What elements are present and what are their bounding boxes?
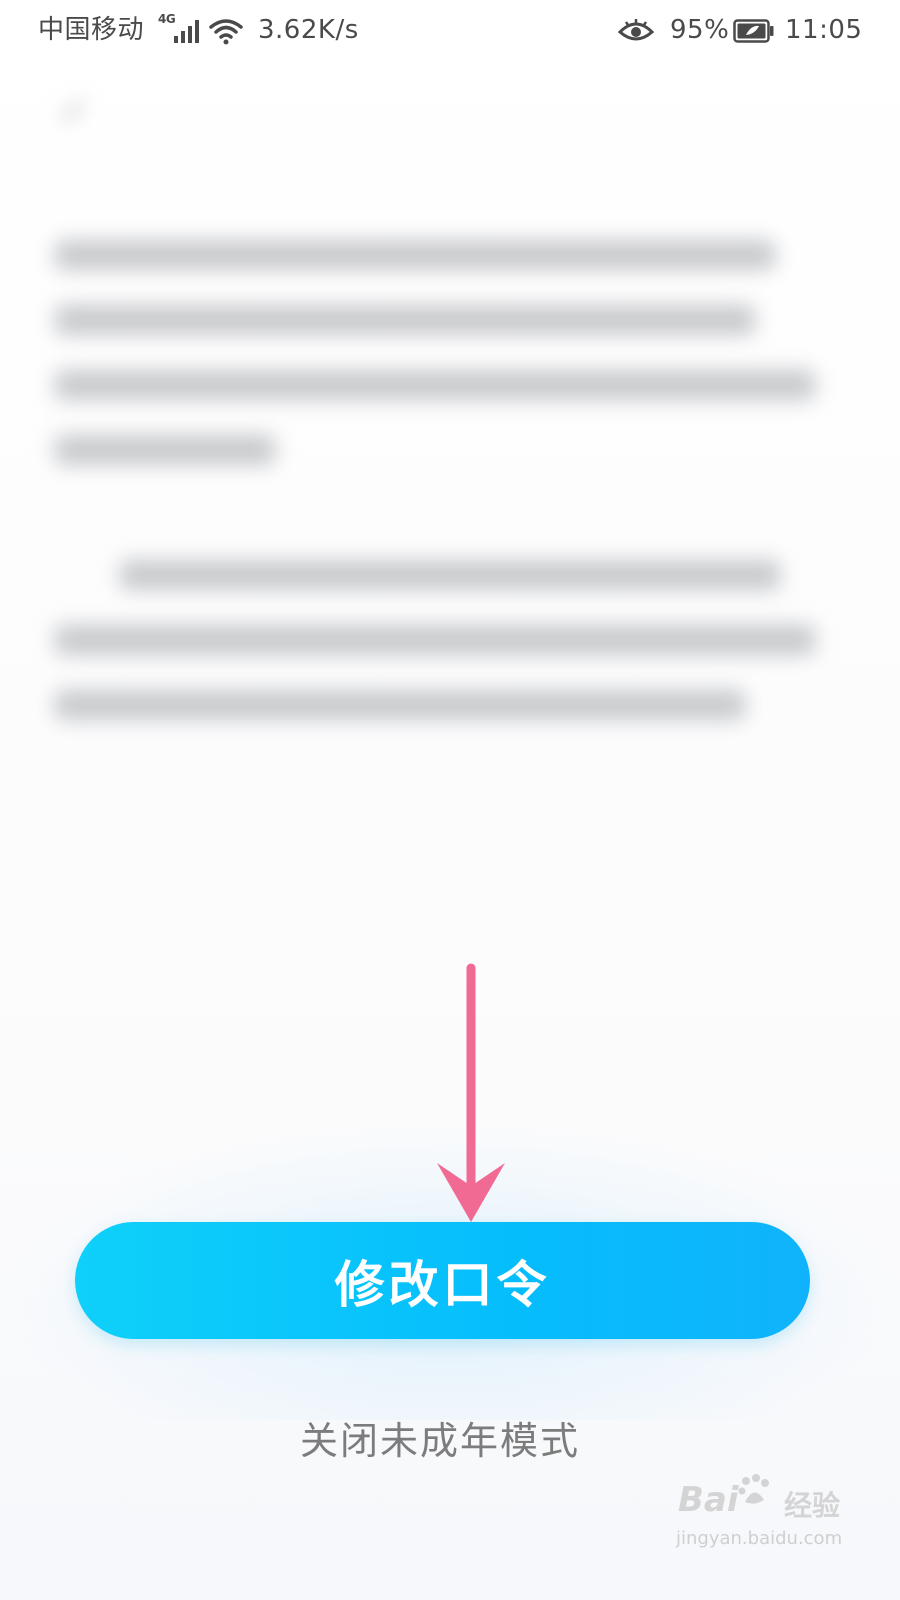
blurred-text-line	[55, 625, 815, 655]
blurred-content	[0, 80, 900, 840]
carrier-label: 中国移动	[38, 15, 145, 45]
baidu-jingyan-watermark: Bai 经验 jingyan.baidu.com	[672, 1470, 842, 1560]
app-screen: 中国移动 4G 3.62K/s 95% 11:05 修改口令 关闭未成年模式 B…	[0, 0, 900, 1600]
status-bar: 中国移动 4G 3.62K/s 95% 11:05	[0, 0, 900, 60]
cell-signal-icon	[174, 20, 199, 43]
battery-percent: 95%	[670, 15, 730, 45]
annotation-arrow-icon	[437, 963, 505, 1222]
blurred-text-line	[55, 690, 745, 720]
paw-logo-icon	[738, 1474, 769, 1504]
eye-comfort-icon	[618, 19, 654, 41]
wifi-icon	[209, 19, 243, 45]
blurred-text-line	[55, 435, 275, 465]
battery-icon	[733, 19, 774, 43]
watermark-word: 经验	[784, 1489, 841, 1522]
watermark-logo-text: Bai	[678, 1480, 739, 1520]
blurred-text-line	[55, 370, 815, 400]
clock: 11:05	[785, 15, 863, 45]
back-icon	[62, 101, 84, 122]
blurred-text-line	[120, 560, 780, 590]
change-passcode-button[interactable]: 修改口令	[75, 1222, 810, 1339]
watermark-url: jingyan.baidu.com	[676, 1528, 843, 1549]
blurred-text-line	[55, 305, 755, 335]
network-speed: 3.62K/s	[258, 15, 359, 45]
blurred-text-line	[55, 240, 775, 270]
close-minor-mode-link[interactable]: 关闭未成年模式	[0, 1410, 880, 1465]
